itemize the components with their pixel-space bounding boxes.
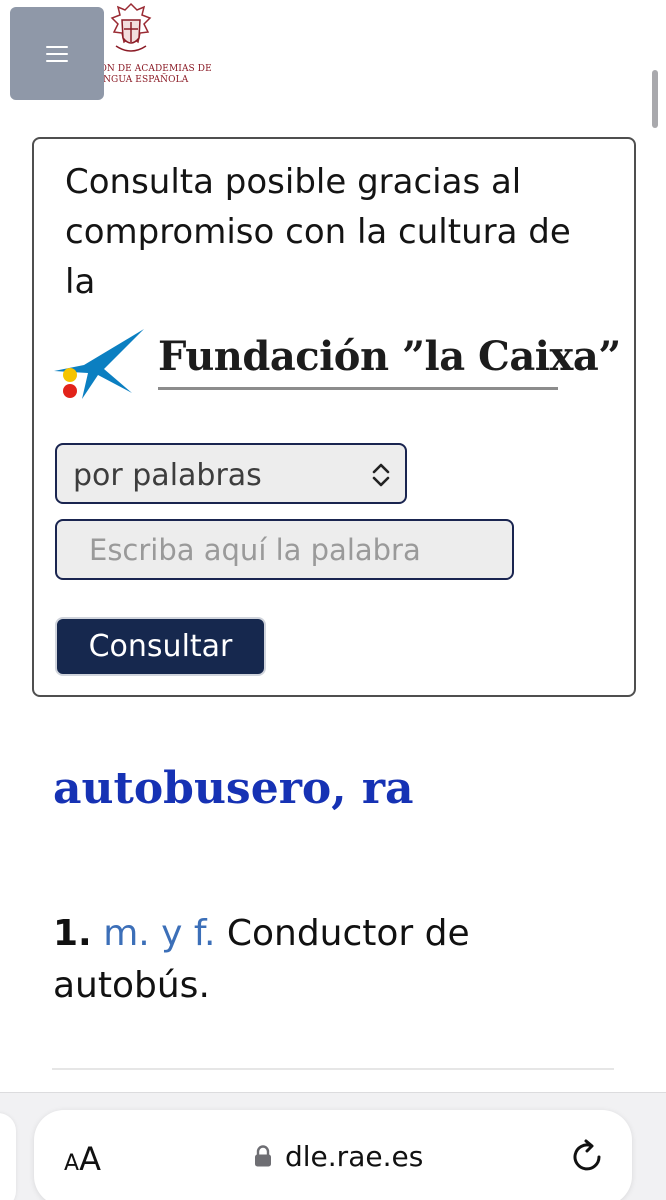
- sponsor-text: Consulta posible gracias al compromiso c…: [65, 162, 571, 302]
- page: ASOCIACIÓN DE ACADEMIAS DE LA LENGUA ESP…: [0, 0, 666, 1200]
- text-size-small-glyph: A: [64, 1151, 80, 1176]
- lock-icon: [255, 1145, 271, 1167]
- text-size-button[interactable]: AA: [64, 1140, 101, 1178]
- reload-icon[interactable]: [568, 1137, 606, 1175]
- search-panel: Consulta posible gracias al compromiso c…: [32, 137, 636, 697]
- scrollbar[interactable]: [652, 70, 658, 128]
- previous-tab-peek[interactable]: [0, 1113, 16, 1200]
- grammar-abbreviation-link[interactable]: m. y f.: [103, 913, 215, 954]
- caixa-star-icon: [54, 329, 144, 399]
- browser-toolbar: AA dle.rae.es: [0, 1092, 666, 1200]
- definition-item: 1. m. y f. Conductor de autobús.: [53, 908, 613, 1012]
- address-bar[interactable]: AA dle.rae.es: [34, 1110, 632, 1200]
- definition-number: 1.: [53, 913, 92, 954]
- search-mode-select[interactable]: por palabras: [55, 443, 407, 504]
- caixa-logo[interactable]: Fundación ”la Caixa”: [54, 329, 621, 409]
- caixa-logo-text: Fundación ”la Caixa”: [158, 333, 621, 380]
- entry-headword: autobusero, ra: [53, 763, 414, 814]
- asale-emblem-icon: [110, 2, 152, 52]
- text-size-big-glyph: A: [79, 1140, 101, 1178]
- url-text: dle.rae.es: [285, 1140, 424, 1173]
- menu-button[interactable]: [10, 7, 104, 100]
- chevron-up-down-icon: [372, 463, 390, 487]
- hamburger-menu-icon: [46, 45, 68, 62]
- divider: [52, 1068, 614, 1070]
- consultar-button[interactable]: Consultar: [55, 617, 266, 676]
- search-mode-value: por palabras: [73, 458, 262, 493]
- search-input[interactable]: [55, 519, 514, 580]
- caixa-logo-underline: [158, 387, 558, 390]
